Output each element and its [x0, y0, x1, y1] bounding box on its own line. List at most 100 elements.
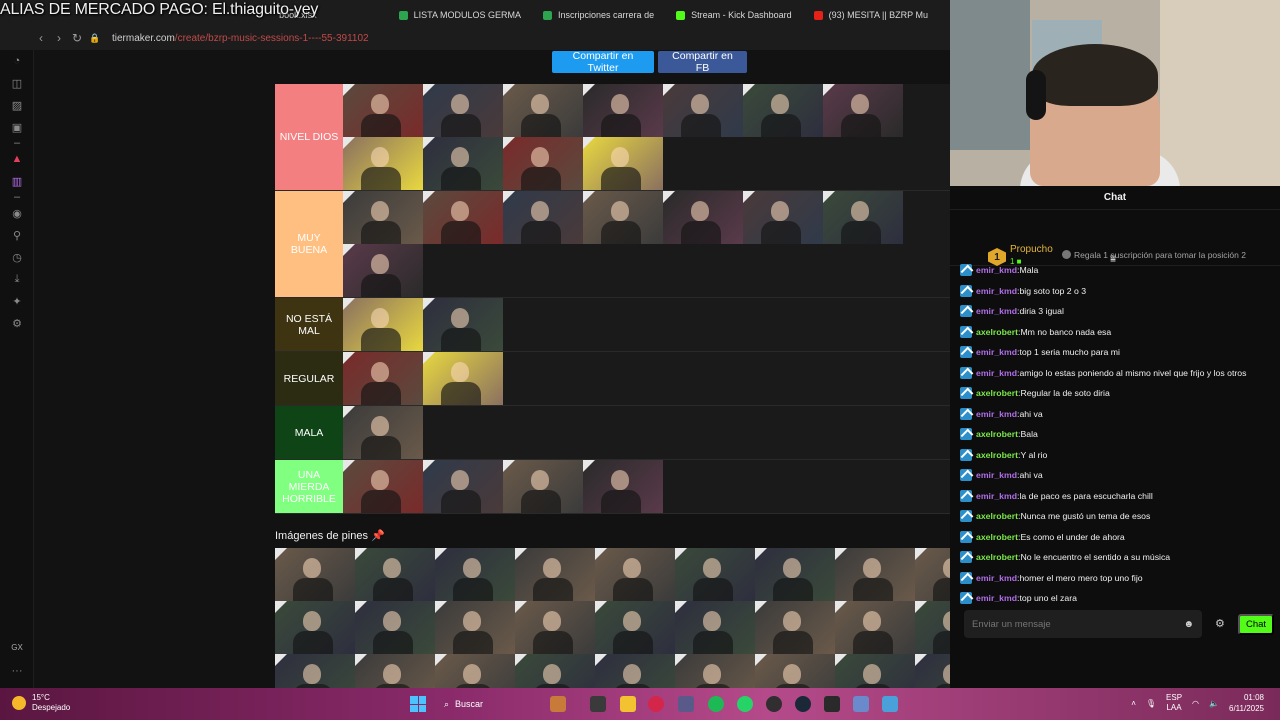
chat-username[interactable]: axelrobert — [976, 511, 1018, 521]
epic-games-icon[interactable] — [824, 696, 840, 712]
artist-image[interactable] — [423, 137, 503, 190]
artist-image[interactable] — [435, 601, 515, 654]
artist-image[interactable] — [343, 244, 423, 297]
whatsapp-icon[interactable] — [737, 696, 753, 712]
artist-image[interactable] — [595, 601, 675, 654]
wifi-icon[interactable]: ◠ — [1192, 699, 1199, 708]
bookmark-0[interactable]: LISTA MODULOS GERMA — [398, 10, 521, 20]
artist-image[interactable] — [275, 654, 355, 688]
store-icon[interactable] — [678, 696, 694, 712]
artist-image[interactable] — [435, 548, 515, 601]
twitch-icon[interactable]: ▥ — [0, 170, 34, 192]
emoji-icon[interactable]: ☻ — [1183, 619, 1194, 630]
artist-image[interactable] — [835, 654, 915, 688]
artist-image[interactable] — [515, 548, 595, 601]
bookmark-2[interactable]: Stream - Kick Dashboard — [676, 10, 792, 20]
url-field[interactable]: tiermaker.com/create/bzrp-music-sessions… — [112, 33, 369, 44]
artist-image[interactable] — [743, 84, 823, 137]
chat-username[interactable]: axelrobert — [976, 532, 1018, 542]
artist-image[interactable] — [423, 352, 503, 405]
site-info-icon[interactable]: 🔒 — [86, 33, 104, 44]
microphone-icon[interactable]: 🎙 — [1146, 699, 1156, 708]
artist-image[interactable] — [503, 84, 583, 137]
chat-username[interactable]: axelrobert — [976, 327, 1018, 337]
messenger-icon[interactable]: ▣ — [0, 116, 34, 138]
bookmark-1[interactable]: Inscripciones carrera de — [543, 10, 654, 20]
tray-chevron-icon[interactable]: ˄ — [1131, 699, 1136, 708]
artist-image[interactable] — [823, 191, 903, 244]
artist-image[interactable] — [343, 460, 423, 513]
chat-username[interactable]: axelrobert — [976, 388, 1018, 398]
artist-image[interactable] — [503, 137, 583, 190]
artist-image[interactable] — [755, 601, 835, 654]
artist-image[interactable] — [663, 191, 743, 244]
notepad-icon[interactable] — [882, 696, 898, 712]
artist-image[interactable] — [343, 191, 423, 244]
tier-items[interactable] — [343, 191, 950, 297]
artist-image[interactable] — [675, 601, 755, 654]
flow-icon[interactable]: ▲ — [0, 148, 34, 170]
share-facebook-button[interactable]: Compartir en FB — [658, 50, 747, 74]
artist-image[interactable] — [583, 84, 663, 137]
artist-image[interactable] — [823, 84, 903, 137]
obs-icon[interactable] — [766, 696, 782, 712]
reload-icon[interactable]: ↻ — [68, 31, 86, 45]
download-icon[interactable]: ⤓ — [0, 268, 34, 290]
artist-image[interactable] — [583, 191, 663, 244]
leader-name[interactable]: Propucho — [1010, 244, 1053, 255]
artist-image[interactable] — [915, 601, 950, 654]
artist-image[interactable] — [503, 460, 583, 513]
artist-image[interactable] — [755, 548, 835, 601]
language-indicator[interactable]: ESP LAA — [1166, 693, 1182, 713]
artist-image[interactable] — [675, 654, 755, 688]
chat-username[interactable]: emir_kmd — [976, 573, 1017, 583]
chat-username[interactable]: emir_kmd — [976, 593, 1017, 603]
artist-image[interactable] — [515, 654, 595, 688]
start-icon[interactable] — [410, 696, 426, 712]
task-view-icon[interactable] — [590, 696, 606, 712]
artist-image[interactable] — [423, 298, 503, 351]
artist-image[interactable] — [355, 601, 435, 654]
twitch-like-icon[interactable]: ▨ — [0, 94, 34, 116]
chat-username[interactable]: emir_kmd — [976, 286, 1017, 296]
tier-label[interactable]: NIVEL DIOS — [275, 84, 343, 190]
chat-username[interactable]: emir_kmd — [976, 368, 1017, 378]
clock[interactable]: 01:08 6/11/2025 — [1229, 692, 1264, 714]
artist-image[interactable] — [583, 460, 663, 513]
app-icon-1[interactable] — [550, 696, 566, 712]
bookmark-3[interactable]: (93) MESITA || BZRP Mu — [813, 10, 928, 20]
artist-image[interactable] — [595, 654, 675, 688]
tier-items[interactable] — [343, 352, 950, 405]
chat-input-box[interactable]: ☻ — [964, 610, 1202, 638]
artist-image[interactable] — [515, 601, 595, 654]
chat-username[interactable]: emir_kmd — [976, 409, 1017, 419]
settings-icon[interactable]: ⚙ — [0, 312, 34, 334]
artist-image[interactable] — [595, 548, 675, 601]
artist-image[interactable] — [423, 460, 503, 513]
artist-image[interactable] — [343, 406, 423, 459]
artist-image[interactable] — [275, 601, 355, 654]
tier-label[interactable]: MUY BUENA — [275, 191, 343, 297]
forward-icon[interactable]: › — [50, 31, 68, 45]
shop-icon[interactable]: ◫ — [0, 72, 34, 94]
chat-username[interactable]: axelrobert — [976, 429, 1018, 439]
tier-label[interactable]: NO ESTÁ MAL — [275, 298, 343, 351]
weather-widget[interactable]: 15°C Despejado — [12, 693, 70, 713]
tier-items[interactable] — [343, 298, 950, 351]
artist-image[interactable] — [743, 191, 823, 244]
extensions-icon[interactable]: ✦ — [0, 290, 34, 312]
gx-icon[interactable]: GX — [0, 636, 34, 658]
artist-image[interactable] — [343, 298, 423, 351]
artist-image[interactable] — [915, 548, 950, 601]
artist-image[interactable] — [275, 548, 355, 601]
pin-icon[interactable]: ⚲ — [0, 224, 34, 246]
artist-image[interactable] — [343, 84, 423, 137]
chat-username[interactable]: emir_kmd — [976, 491, 1017, 501]
tier-label[interactable]: MALA — [275, 406, 343, 459]
app-icon-2[interactable] — [853, 696, 869, 712]
share-twitter-button[interactable]: Compartir en Twitter — [552, 50, 654, 74]
artist-image[interactable] — [583, 137, 663, 190]
opera-gx-icon[interactable] — [648, 696, 664, 712]
history-icon[interactable]: ◷ — [0, 246, 34, 268]
volume-icon[interactable]: 🔈 — [1209, 699, 1219, 708]
